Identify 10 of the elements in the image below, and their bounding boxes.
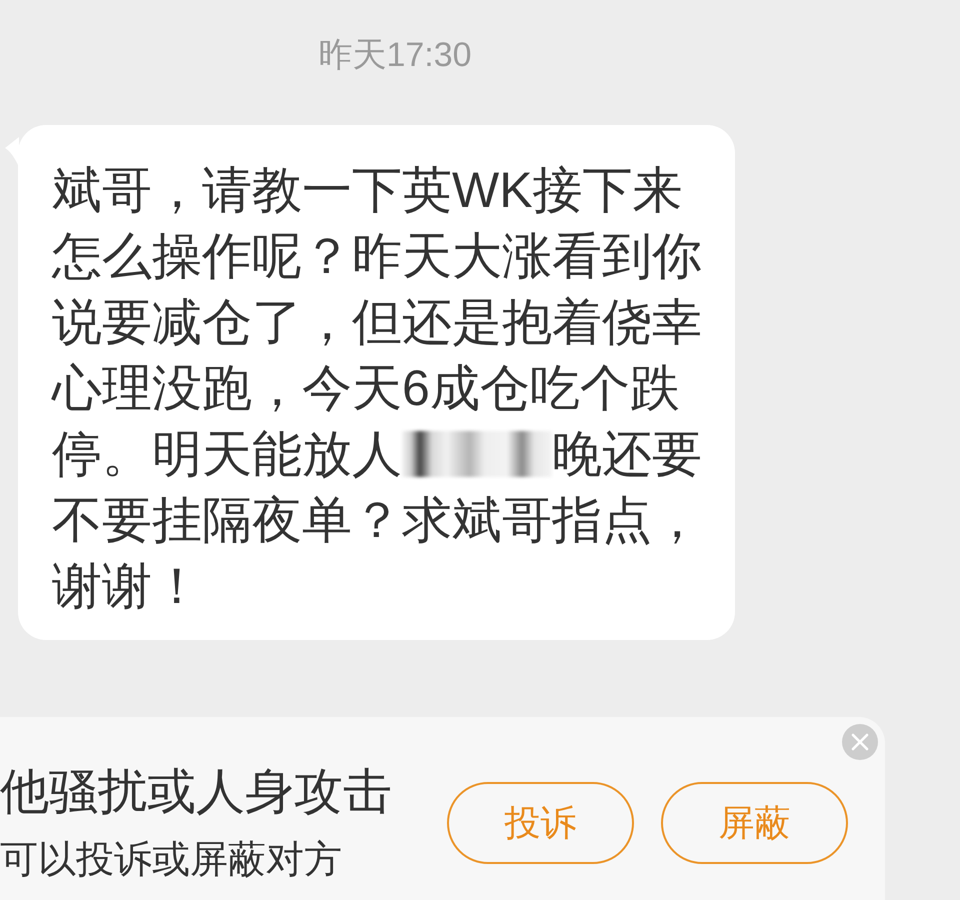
message-text: 不要挂隔夜单？求斌哥指点，谢谢！ <box>52 491 703 616</box>
block-button[interactable]: 屏蔽 <box>661 782 848 864</box>
notice-title: 他骚扰或人身攻击 <box>0 764 392 821</box>
timestamp: 昨天17:30 <box>318 35 472 75</box>
notice-subtitle: 可以投诉或屏蔽对方 <box>0 838 342 883</box>
message-text: 停。明天能放人 <box>52 425 402 484</box>
close-icon[interactable] <box>842 724 878 760</box>
report-button[interactable]: 投诉 <box>447 782 634 864</box>
message-text: 斌哥，请教一下英WK接下来怎么操作呢？昨天大涨看到你说要减仓了，但还是抱着侥幸心理没跑，今天6成仓吃个跌 <box>52 161 703 418</box>
message-text: 晚还要 <box>552 425 702 484</box>
